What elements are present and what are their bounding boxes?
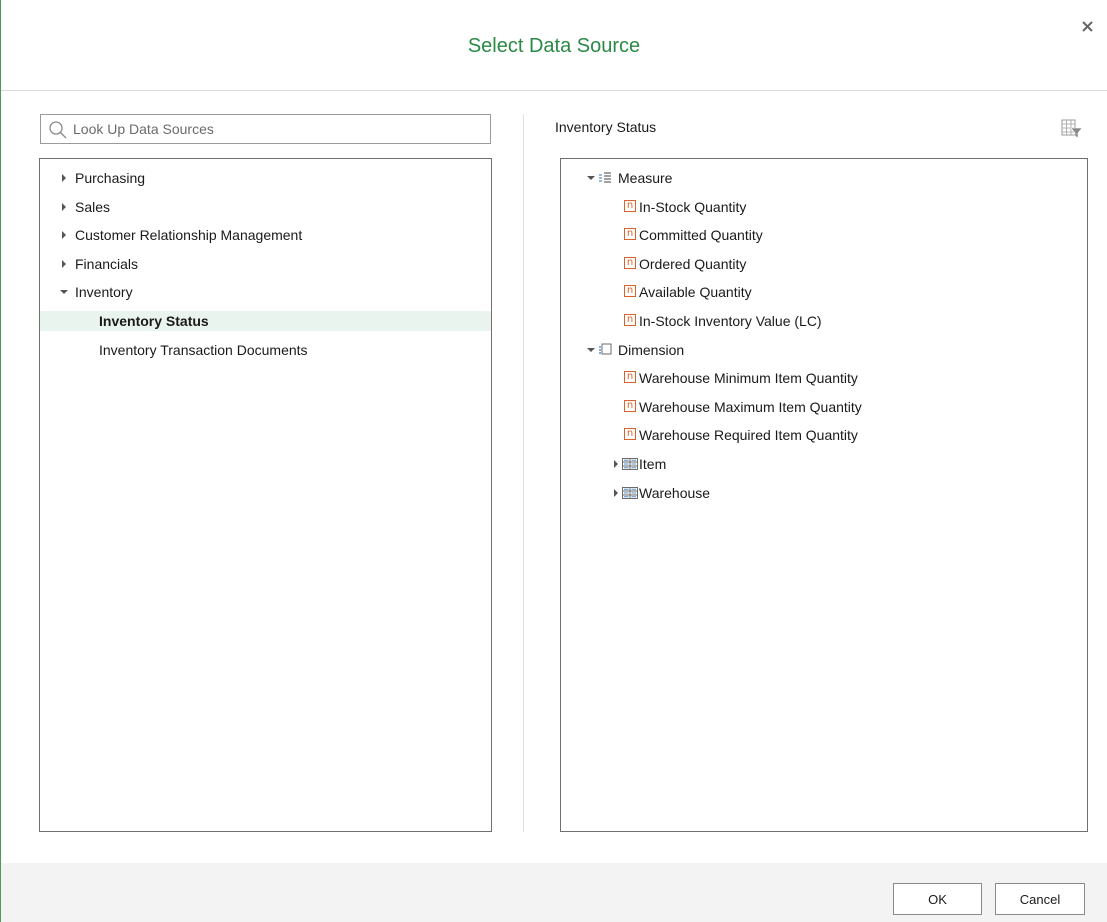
measure-field[interactable]: n Committed Quantity [624,225,1024,245]
cancel-button[interactable]: Cancel [995,883,1085,915]
ok-button[interactable]: OK [893,883,982,915]
tree-node-label: Dimension [618,342,685,358]
caret-right-icon [614,460,618,468]
field-label: In-Stock Inventory Value (LC) [639,313,822,329]
selected-source-title: Inventory Status [555,119,657,135]
measure-icon [599,172,611,183]
tree-item-financials[interactable]: Financials [60,254,460,274]
search-input[interactable] [73,115,483,143]
tree-node-label: Warehouse [639,485,711,501]
measure-field[interactable]: n Available Quantity [624,282,1024,302]
dialog-title: Select Data Source [467,35,641,57]
numeric-field-icon: n [624,228,636,240]
dialog-header: Select Data Source [1,0,1107,91]
numeric-field-icon: n [624,314,636,326]
caret-right-icon [62,203,66,211]
measure-field[interactable]: n In-Stock Quantity [624,197,1024,217]
data-source-tree[interactable]: Purchasing Sales Customer Relationship M… [39,158,492,832]
tree-node-label: Item [639,456,667,472]
table-icon [622,487,638,499]
tree-node-dimension[interactable]: Dimension [587,340,887,360]
tree-item-sales[interactable]: Sales [60,197,460,217]
tree-item-label: Sales [75,199,111,215]
dimension-icon [599,343,612,355]
numeric-field-icon: n [624,400,636,412]
caret-down-icon [60,290,68,294]
tree-item-label: Purchasing [75,170,146,186]
tree-node-item[interactable]: Item [612,454,912,474]
tree-item-label: Financials [75,256,139,272]
tree-item-purchasing[interactable]: Purchasing [60,168,460,188]
numeric-field-icon: n [624,257,636,269]
dimension-field[interactable]: n Warehouse Maximum Item Quantity [624,397,1044,417]
caret-down-icon [587,348,595,352]
dimension-field[interactable]: n Warehouse Required Item Quantity [624,425,1044,445]
field-tree[interactable]: Measure n In-Stock Quantity n Committed … [560,158,1088,832]
tree-item-inventory[interactable]: Inventory [60,282,460,302]
field-label: In-Stock Quantity [639,199,747,215]
measure-field[interactable]: n Ordered Quantity [624,254,1024,274]
tree-item-crm[interactable]: Customer Relationship Management [60,225,460,245]
caret-right-icon [614,489,618,497]
numeric-field-icon: n [624,200,636,212]
tree-item-inventory-status[interactable]: Inventory Status [99,311,479,331]
tree-item-label: Inventory Status [99,313,209,329]
table-icon [622,458,638,470]
tree-node-measure[interactable]: Measure [587,168,887,188]
search-box[interactable] [40,114,491,144]
tree-item-label: Inventory [75,284,133,300]
dimension-field[interactable]: n Warehouse Minimum Item Quantity [624,368,1044,388]
tree-item-inventory-transaction-documents[interactable]: Inventory Transaction Documents [99,340,479,360]
caret-down-icon [587,176,595,180]
search-icon [48,120,68,143]
field-label: Committed Quantity [639,227,763,243]
caret-right-icon [62,260,66,268]
filter-fields-button[interactable] [1061,118,1083,140]
numeric-field-icon: n [624,428,636,440]
field-label: Warehouse Required Item Quantity [639,427,858,443]
field-label: Warehouse Minimum Item Quantity [639,370,858,386]
close-button[interactable] [1079,18,1097,36]
tree-item-label: Inventory Transaction Documents [99,342,308,358]
measure-field[interactable]: n In-Stock Inventory Value (LC) [624,311,1024,331]
field-label: Ordered Quantity [639,256,747,272]
dialog-accent-border [0,0,1,922]
tree-node-warehouse[interactable]: Warehouse [612,483,912,503]
numeric-field-icon: n [624,285,636,297]
close-icon [1082,21,1093,32]
panel-divider [523,114,524,832]
numeric-field-icon: n [624,371,636,383]
table-filter-icon [1061,119,1083,139]
field-label: Warehouse Maximum Item Quantity [639,399,862,415]
caret-right-icon [62,174,66,182]
tree-node-label: Measure [618,170,673,186]
tree-item-label: Customer Relationship Management [75,227,303,243]
caret-right-icon [62,231,66,239]
field-label: Available Quantity [639,284,752,300]
